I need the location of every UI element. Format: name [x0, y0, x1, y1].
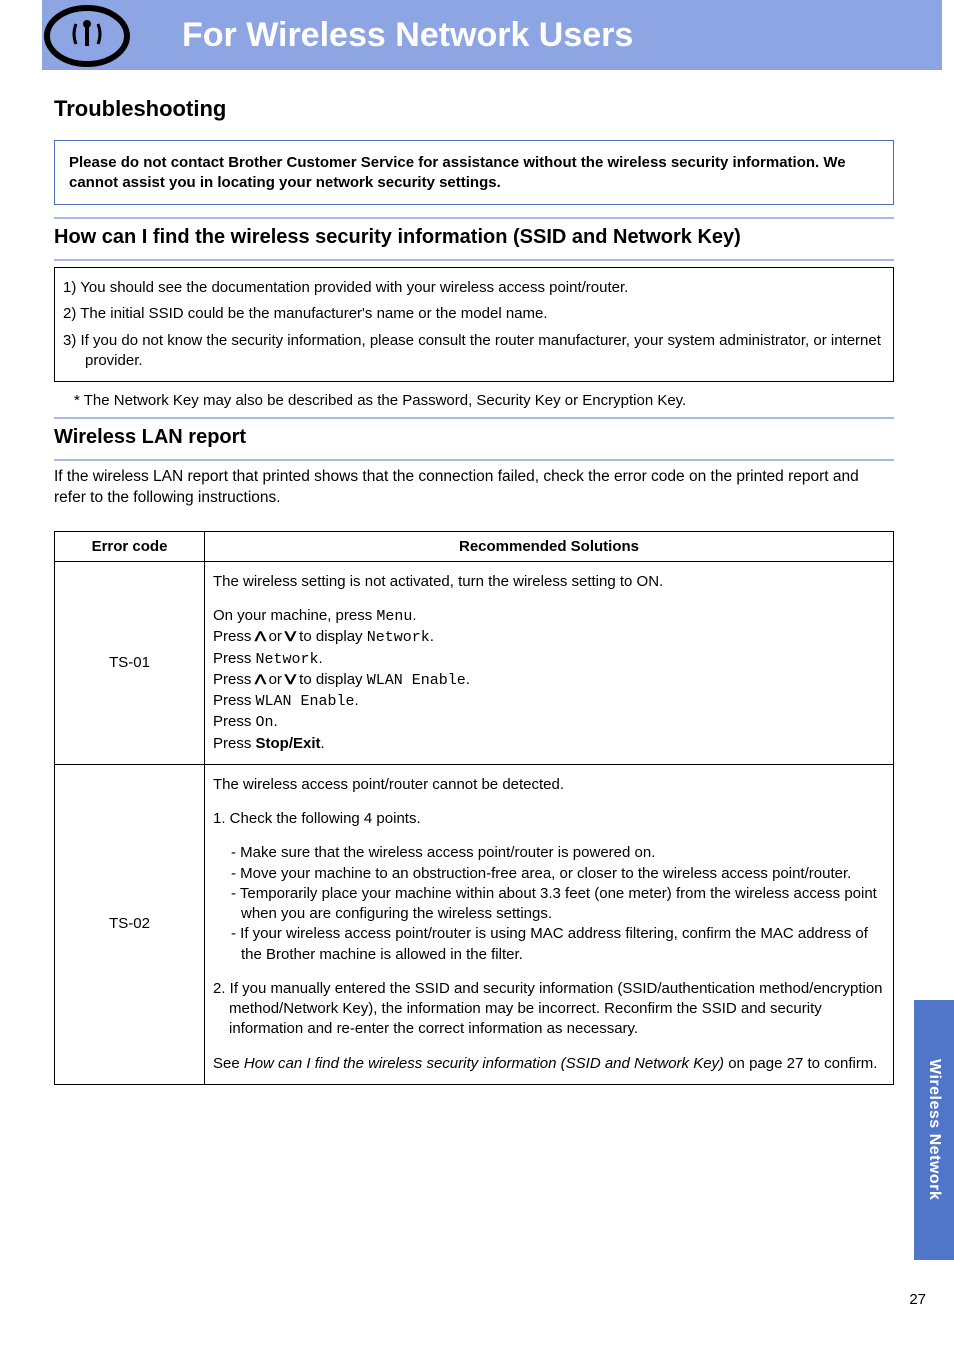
table-row: TS-01 The wireless setting is not activa…: [55, 561, 894, 764]
page-number: 27: [909, 1291, 926, 1308]
list-item: - Move your machine to an obstruction-fr…: [231, 864, 885, 884]
solution-step: Press WLAN Enable.: [213, 691, 885, 712]
section-tab-label: Wireless Network: [925, 1059, 943, 1200]
solution-check-heading: 1. Check the following 4 points.: [213, 809, 885, 829]
table-row: TS-02 The wireless access point/router c…: [55, 764, 894, 1084]
solution-manual-entry: 2. If you manually entered the SSID and …: [213, 979, 885, 1040]
solution-intro: The wireless access point/router cannot …: [213, 775, 885, 795]
list-item: - Temporarily place your machine within …: [231, 884, 885, 925]
error-code-cell: TS-01: [55, 561, 205, 764]
banner-title: For Wireless Network Users: [182, 16, 633, 55]
section-tab-wireless-network: Wireless Network: [914, 1000, 954, 1260]
table-header-error-code: Error code: [55, 531, 205, 561]
divider: [54, 417, 894, 419]
up-arrow-icon: ᐱ: [254, 671, 266, 689]
list-item: 3) If you do not know the security infor…: [63, 331, 885, 372]
list-item: 2) The initial SSID could be the manufac…: [63, 304, 885, 324]
error-code-cell: TS-02: [55, 764, 205, 1084]
list-item: - Make sure that the wireless access poi…: [231, 843, 885, 863]
error-code-table: Error code Recommended Solutions TS-01 T…: [54, 531, 894, 1085]
wlan-report-heading: Wireless LAN report: [54, 425, 894, 449]
divider: [54, 259, 894, 261]
solution-step: Press On.: [213, 712, 885, 733]
wireless-icon: [42, 2, 132, 68]
table-header-solutions: Recommended Solutions: [205, 531, 894, 561]
list-item: 1) You should see the documentation prov…: [63, 278, 885, 298]
divider: [54, 459, 894, 461]
list-item: - If your wireless access point/router i…: [231, 924, 885, 965]
solution-bullets: - Make sure that the wireless access poi…: [213, 843, 885, 965]
network-key-footnote: * The Network Key may also be described …: [54, 388, 894, 417]
page-banner: For Wireless Network Users: [42, 0, 942, 70]
solution-step: Press Stop/Exit.: [213, 734, 885, 754]
find-info-list: 1) You should see the documentation prov…: [54, 267, 894, 382]
notice-box: Please do not contact Brother Customer S…: [54, 140, 894, 205]
solution-cell: The wireless setting is not activated, t…: [205, 561, 894, 764]
wlan-intro-text: If the wireless LAN report that printed …: [54, 467, 894, 509]
solution-step: Press Network.: [213, 649, 885, 670]
down-arrow-icon: ᐯ: [285, 671, 297, 689]
solution-step: Press ᐱ or ᐯ to display WLAN Enable.: [213, 670, 885, 691]
solution-step: On your machine, press Menu.: [213, 606, 885, 627]
divider: [54, 217, 894, 219]
solution-see-reference: See How can I find the wireless security…: [213, 1054, 885, 1074]
find-info-heading: How can I find the wireless security inf…: [54, 225, 894, 249]
solution-cell: The wireless access point/router cannot …: [205, 764, 894, 1084]
solution-step: Press ᐱ or ᐯ to display Network.: [213, 627, 885, 648]
down-arrow-icon: ᐯ: [285, 628, 297, 646]
troubleshooting-heading: Troubleshooting: [54, 96, 894, 122]
up-arrow-icon: ᐱ: [254, 628, 266, 646]
solution-intro: The wireless setting is not activated, t…: [213, 572, 885, 592]
